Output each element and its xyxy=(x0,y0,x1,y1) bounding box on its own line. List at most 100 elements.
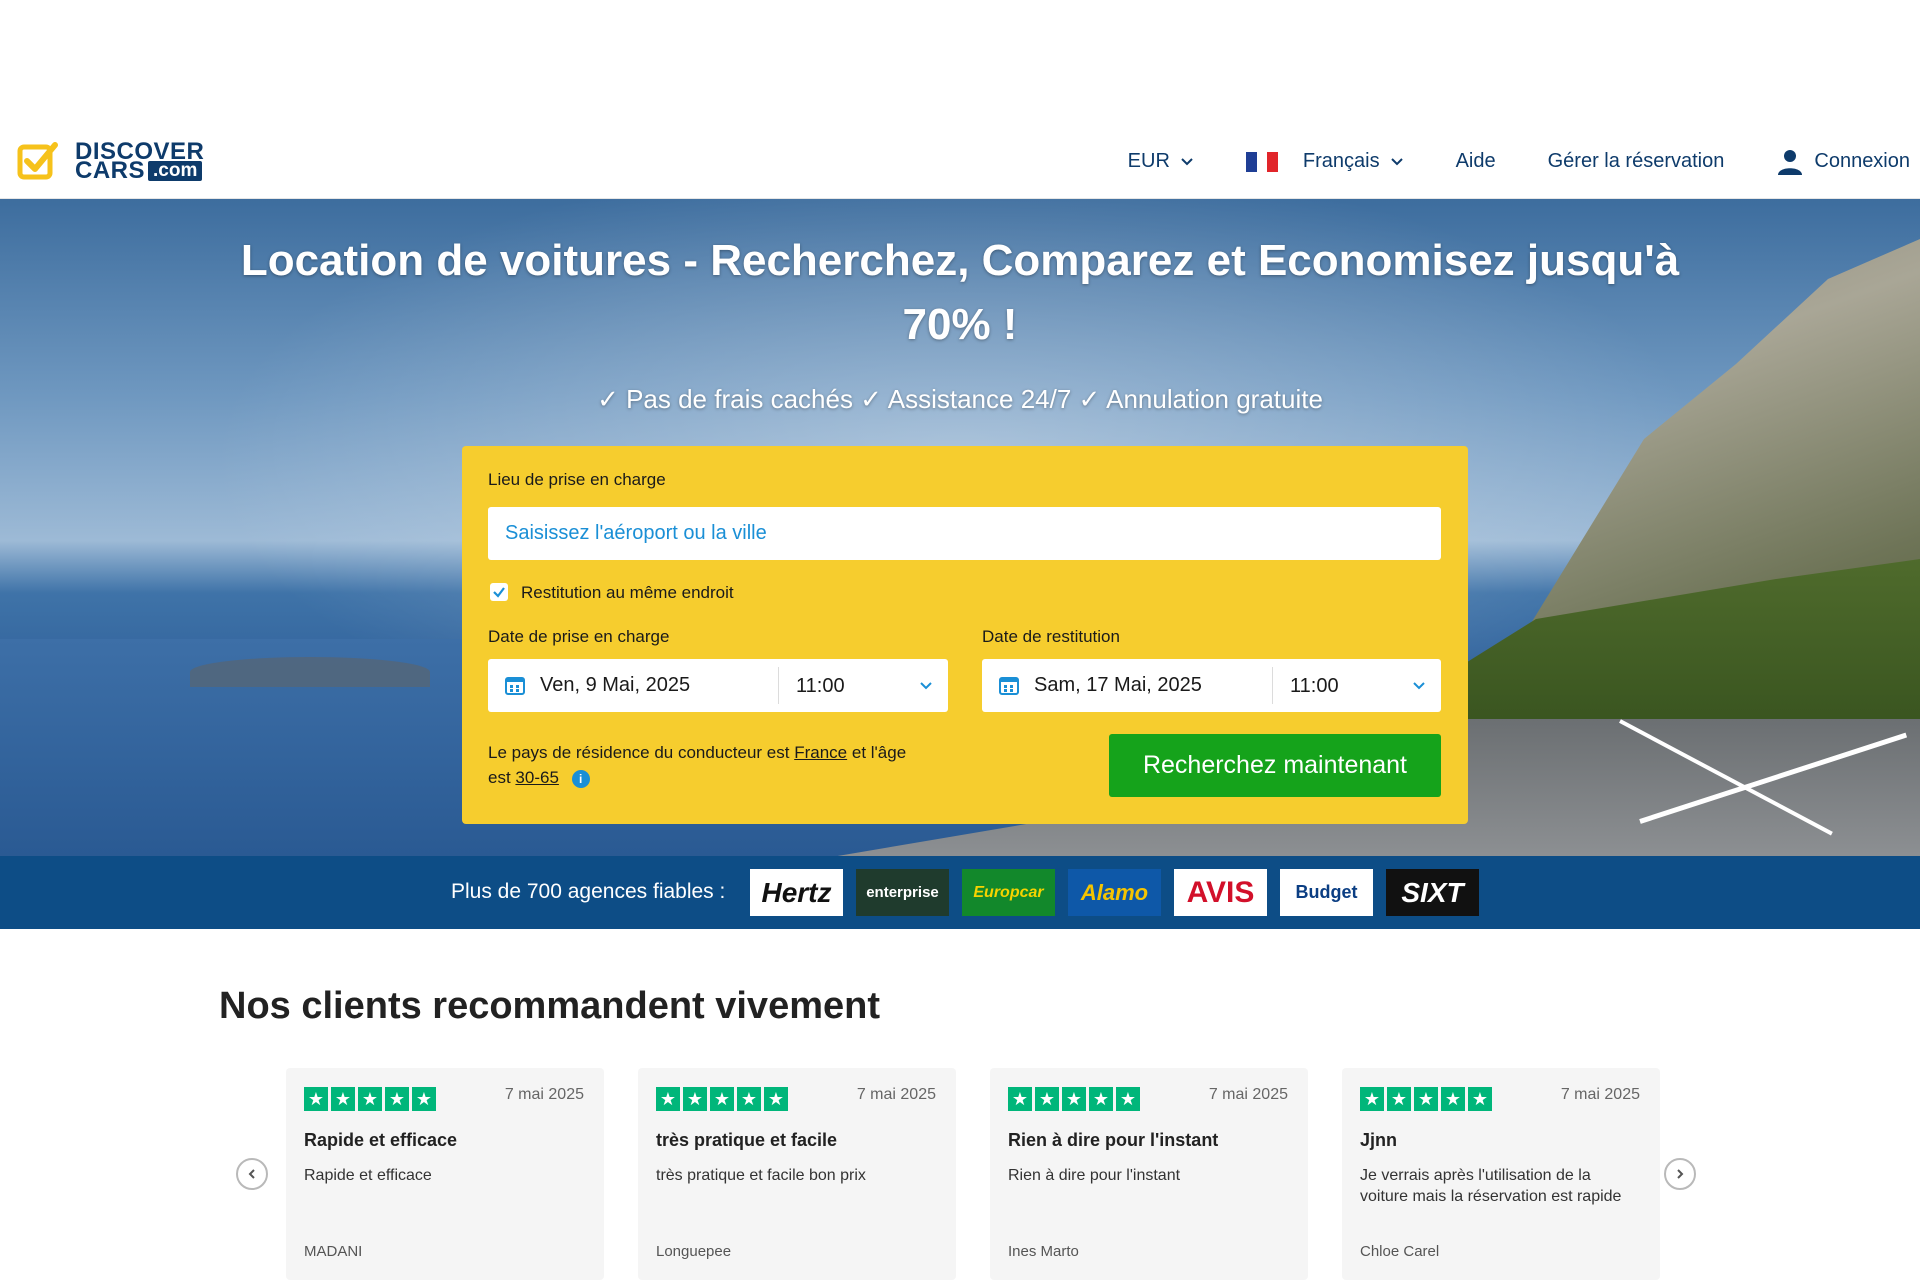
review-author: MADANI xyxy=(304,1243,363,1260)
france-flag-icon xyxy=(1245,151,1278,172)
review-card[interactable]: ★ ★ ★ ★ ★ 7 mai 2025 très pratique et facile… xyxy=(638,1068,956,1280)
currency-label: EUR xyxy=(1127,150,1170,172)
review-date: 7 mai 2025 xyxy=(504,1086,584,1103)
review-title: Jjnn xyxy=(1360,1130,1398,1150)
residence-info: Le pays de résidence du conducteur est F… xyxy=(488,740,918,790)
review-text: Je verrais après l'utilisation de la voi… xyxy=(1360,1167,1622,1205)
partner-brands-bar: Plus de 700 agences fiables : Hertz ente… xyxy=(0,856,1920,929)
pickup-location-label: Lieu de prise en charge xyxy=(488,470,666,489)
info-icon[interactable]: i xyxy=(571,769,590,788)
checkmark-icon xyxy=(493,587,505,598)
chevron-left-icon xyxy=(248,1169,255,1179)
star-icon: ★ xyxy=(1089,1087,1113,1111)
star-icon: ★ xyxy=(1062,1087,1086,1111)
pickup-location-input[interactable]: Saisissez l'aéroport ou la ville xyxy=(488,507,1441,560)
brand-logo-avis: AVIS xyxy=(1174,869,1267,916)
review-text: Rien à dire pour l'instant xyxy=(1008,1167,1181,1184)
rating-stars: ★ ★ ★ ★ ★ xyxy=(304,1087,439,1111)
login-label: Connexion xyxy=(1814,150,1910,172)
currency-selector[interactable]: EUR xyxy=(1128,150,1194,173)
brand-logo-budget: Budget xyxy=(1280,869,1373,916)
hero-island xyxy=(190,657,430,687)
logo-text-cars: CARS xyxy=(75,157,146,184)
search-now-button[interactable]: Recherchez maintenant xyxy=(1109,734,1441,797)
brand-logo-alamo: Alamo xyxy=(1068,869,1161,916)
star-icon: ★ xyxy=(656,1087,680,1111)
star-icon: ★ xyxy=(385,1087,409,1111)
field-divider xyxy=(778,667,779,704)
login-link[interactable]: Connexion xyxy=(1776,148,1910,176)
carousel-next-button[interactable] xyxy=(1664,1158,1696,1190)
search-form: Lieu de prise en charge Saisissez l'aéro… xyxy=(462,446,1468,824)
star-icon: ★ xyxy=(1035,1087,1059,1111)
pickup-time-value[interactable]: 11:00 xyxy=(796,675,845,698)
brand-logo-enterprise: enterprise xyxy=(856,869,949,916)
user-icon xyxy=(1778,149,1803,175)
language-selector[interactable]: Français xyxy=(1245,150,1404,173)
star-icon: ★ xyxy=(1414,1087,1438,1111)
help-link[interactable]: Aide xyxy=(1456,150,1496,173)
brand-logo-hertz: Hertz xyxy=(750,869,843,916)
site-header: DISCOVER CARS .com EUR Français Aide Gér… xyxy=(0,124,1920,199)
pickup-date-field[interactable]: Ven, 9 Mai, 2025 11:00 xyxy=(488,659,948,712)
rating-stars: ★ ★ ★ ★ ★ xyxy=(656,1087,791,1111)
chevron-right-icon xyxy=(1677,1169,1684,1179)
discovercars-logo[interactable]: DISCOVER CARS .com xyxy=(17,138,204,184)
star-icon: ★ xyxy=(1008,1087,1032,1111)
review-title: Rien à dire pour l'instant xyxy=(1008,1130,1219,1150)
residence-prefix: Le pays de résidence du conducteur est xyxy=(488,743,790,762)
chevron-down-icon xyxy=(1413,682,1425,690)
star-icon: ★ xyxy=(1468,1087,1492,1111)
rating-stars: ★ ★ ★ ★ ★ xyxy=(1360,1087,1495,1111)
pickup-date-label: Date de prise en charge xyxy=(488,627,670,646)
star-icon: ★ xyxy=(1360,1087,1384,1111)
review-title: très pratique et facile xyxy=(656,1130,838,1150)
review-text: très pratique et facile bon prix xyxy=(656,1167,866,1184)
review-card[interactable]: ★ ★ ★ ★ ★ 7 mai 2025 Rapide et efficace Rapi… xyxy=(286,1068,604,1280)
star-icon: ★ xyxy=(1441,1087,1465,1111)
review-card[interactable]: ★ ★ ★ ★ ★ 7 mai 2025 Rien à dire pour l'inst… xyxy=(990,1068,1308,1280)
review-date: 7 mai 2025 xyxy=(1560,1086,1640,1103)
star-icon: ★ xyxy=(331,1087,355,1111)
star-icon: ★ xyxy=(1387,1087,1411,1111)
star-icon: ★ xyxy=(683,1087,707,1111)
star-icon: ★ xyxy=(737,1087,761,1111)
review-author: Ines Marto xyxy=(1008,1243,1079,1260)
residence-country-link[interactable]: France xyxy=(794,743,847,762)
return-date-value: Sam, 17 Mai, 2025 xyxy=(1034,674,1202,696)
hero-title: Location de voitures - Recherchez, Compa… xyxy=(240,236,1680,349)
main-nav: EUR Français Aide Gérer la réservation C… xyxy=(1076,124,1910,199)
reviews-title: Nos clients recommandent vivement xyxy=(219,985,880,1027)
star-icon: ★ xyxy=(1116,1087,1140,1111)
language-label: Français xyxy=(1302,150,1380,172)
pickup-date-value: Ven, 9 Mai, 2025 xyxy=(540,674,691,696)
star-icon: ★ xyxy=(710,1087,734,1111)
calendar-icon xyxy=(505,677,525,695)
brands-label: Plus de 700 agences fiables : xyxy=(451,880,726,903)
return-date-label: Date de restitution xyxy=(982,627,1120,646)
brand-logo-europcar: Europcar xyxy=(962,869,1055,916)
chevron-down-icon xyxy=(920,682,932,690)
star-icon: ★ xyxy=(358,1087,382,1111)
logo-check-icon xyxy=(17,140,59,182)
top-blank-area xyxy=(0,0,1920,124)
calendar-icon xyxy=(999,677,1019,695)
driver-age-link[interactable]: 30-65 xyxy=(515,768,558,787)
review-author: Longuepee xyxy=(656,1243,732,1260)
same-return-checkbox[interactable] xyxy=(490,583,508,601)
review-card[interactable]: ★ ★ ★ ★ ★ 7 mai 2025 Jjnn Je verrais après l… xyxy=(1342,1068,1660,1280)
logo-text-com: .com xyxy=(148,160,203,181)
return-time-value[interactable]: 11:00 xyxy=(1290,675,1339,698)
rating-stars: ★ ★ ★ ★ ★ xyxy=(1008,1087,1143,1111)
return-date-field[interactable]: Sam, 17 Mai, 2025 11:00 xyxy=(982,659,1441,712)
field-divider xyxy=(1272,667,1273,704)
carousel-prev-button[interactable] xyxy=(236,1158,268,1190)
review-date: 7 mai 2025 xyxy=(1208,1086,1288,1103)
star-icon: ★ xyxy=(412,1087,436,1111)
same-return-label: Restitution au même endroit xyxy=(521,583,734,602)
star-icon: ★ xyxy=(764,1087,788,1111)
review-title: Rapide et efficace xyxy=(304,1130,458,1150)
review-date: 7 mai 2025 xyxy=(856,1086,936,1103)
chevron-down-icon xyxy=(1390,157,1403,165)
manage-booking-link[interactable]: Gérer la réservation xyxy=(1548,150,1725,173)
